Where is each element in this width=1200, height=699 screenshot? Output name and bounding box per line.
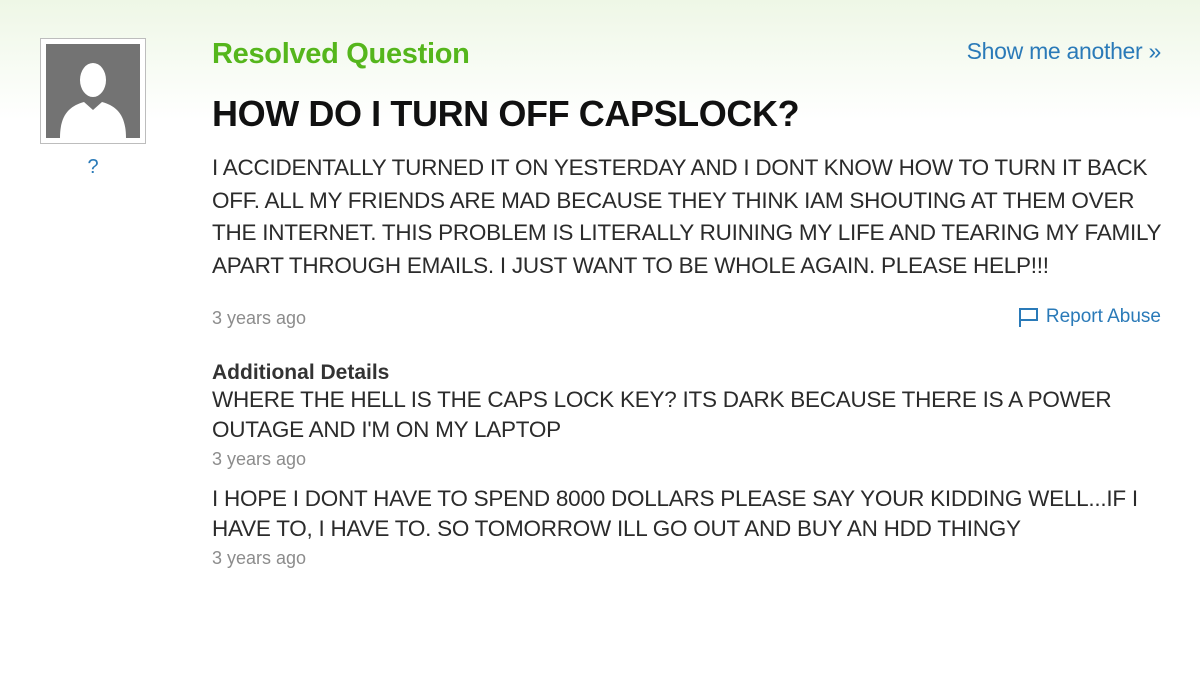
report-abuse-label[interactable]: Report Abuse (1046, 306, 1161, 328)
report-abuse-link[interactable]: Report Abuse (1016, 306, 1161, 328)
question-meta: 3 years ago Report Abuse (212, 306, 1167, 332)
detail-item: WHERE THE HELL IS THE CAPS LOCK KEY? ITS… (212, 385, 1167, 471)
asker-name[interactable]: ? (40, 156, 146, 179)
detail-timestamp: 3 years ago (212, 449, 307, 469)
detail-item: I HOPE I DONT HAVE TO SPEND 8000 DOLLARS… (212, 484, 1167, 570)
question-title: HOW DO I TURN OFF CAPSLOCK? (212, 93, 800, 134)
asker-avatar-frame[interactable] (40, 38, 146, 144)
question-panel: Resolved Question Show me another » HOW … (212, 34, 1167, 570)
flag-icon (1018, 308, 1038, 327)
detail-text: WHERE THE HELL IS THE CAPS LOCK KEY? ITS… (212, 387, 1112, 442)
user-silhouette-icon (60, 63, 126, 138)
detail-text: I HOPE I DONT HAVE TO SPEND 8000 DOLLARS… (212, 486, 1138, 541)
additional-details-heading: Additional Details (212, 361, 390, 384)
show-another-link[interactable]: Show me another » (967, 38, 1162, 65)
question-body: I ACCIDENTALLY TURNED IT ON YESTERDAY AN… (212, 155, 1161, 278)
avatar[interactable] (46, 44, 140, 138)
detail-timestamp: 3 years ago (212, 548, 307, 568)
